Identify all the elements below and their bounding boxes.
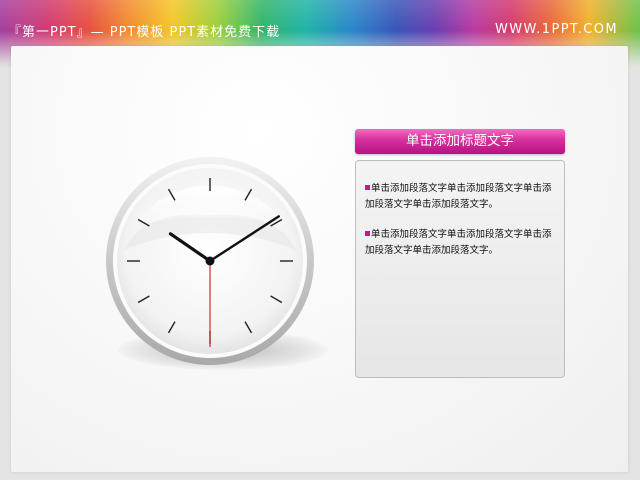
panel-paragraph-1[interactable]: 单击添加段落文字单击添加段落文字单击添加段落文字单击添加段落文字。: [365, 181, 559, 212]
header-site-title[interactable]: 『第一PPT』— PPT模板 PPT素材免费下载: [8, 21, 280, 40]
panel-paragraph-2[interactable]: 单击添加段落文字单击添加段落文字单击添加段落文字单击添加段落文字。: [365, 227, 559, 258]
panel-title-bar[interactable]: 单击添加标题文字: [355, 129, 565, 154]
paragraph-text: 单击添加段落文字单击添加段落文字单击添加段落文字单击添加段落文字。: [365, 229, 552, 256]
wall-clock-icon: [106, 157, 314, 365]
bullet-square-icon: [365, 231, 370, 236]
paragraph-text: 单击添加段落文字单击添加段落文字单击添加段落文字单击添加段落文字。: [365, 183, 552, 210]
bullet-square-icon: [365, 185, 370, 190]
clock-center-cap: [205, 256, 215, 266]
panel-content-box[interactable]: 单击添加段落文字单击添加段落文字单击添加段落文字单击添加段落文字。 单击添加段落…: [355, 160, 565, 378]
slide-page: 『第一PPT』— PPT模板 PPT素材免费下载 WWW.1PPT.COM 单击…: [0, 0, 640, 480]
header-site-url[interactable]: WWW.1PPT.COM: [495, 22, 618, 37]
